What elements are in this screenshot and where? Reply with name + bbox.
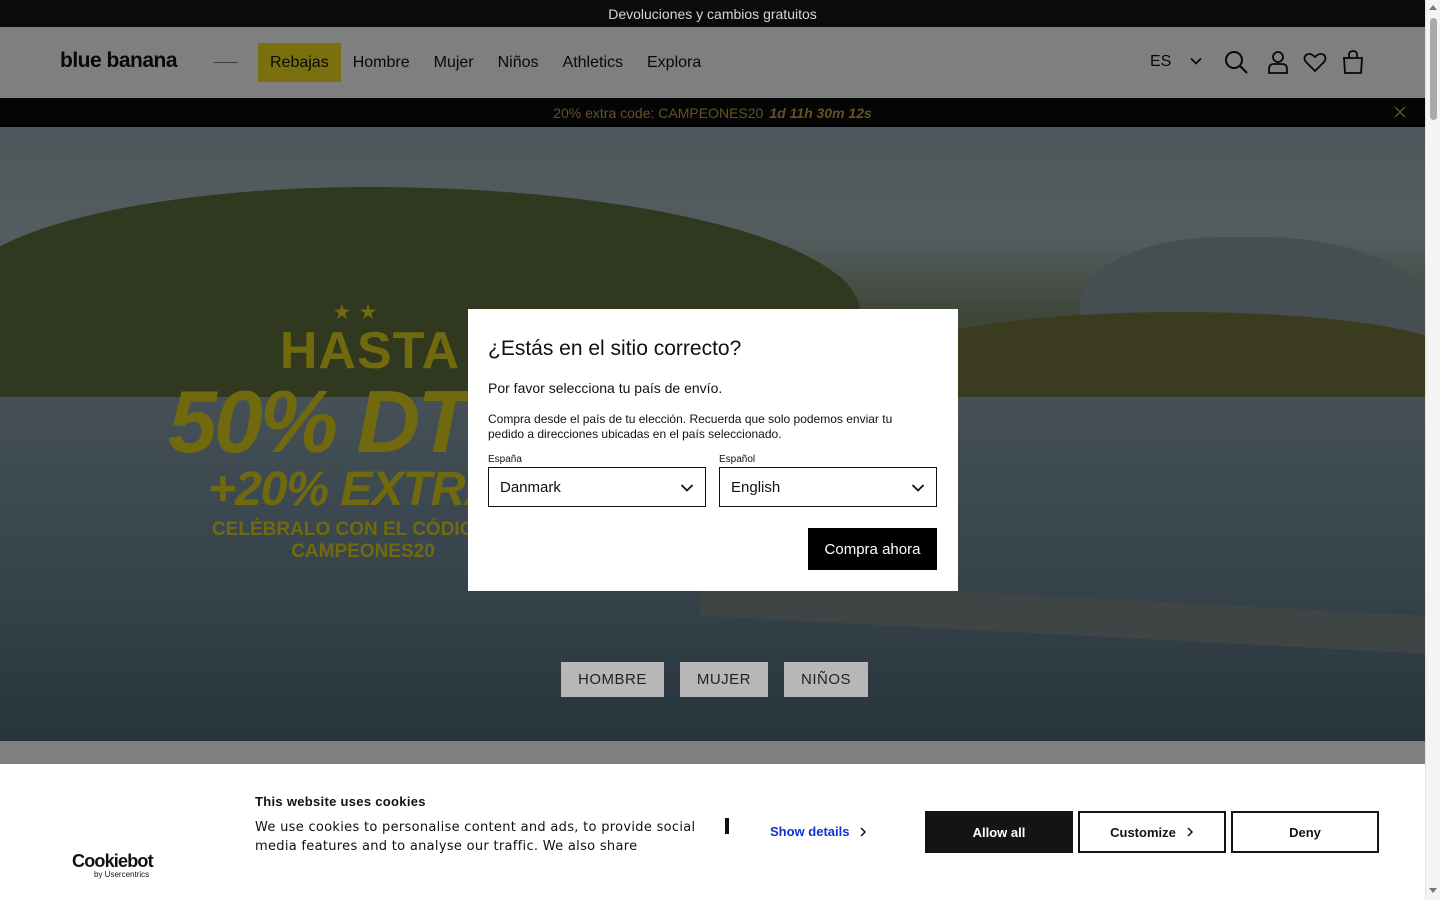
country-selector-modal: ¿Estás en el sitio correcto? Por favor s…: [468, 309, 958, 591]
country-select-value: Danmark: [500, 478, 561, 496]
page-scrollbar[interactable]: [1425, 0, 1440, 900]
hero-category-buttons: HOMBRE MUJER NIÑOS: [561, 662, 869, 697]
deny-button[interactable]: Deny: [1231, 811, 1379, 853]
language-select[interactable]: English: [719, 467, 937, 507]
cookie-text: We use cookies to personalise content an…: [255, 820, 696, 854]
customize-label: Customize: [1110, 824, 1176, 840]
category-button-hombre[interactable]: HOMBRE: [561, 662, 664, 697]
modal-description: Compra desde el país de tu elección. Rec…: [488, 412, 893, 441]
category-button-mujer[interactable]: MUJER: [679, 662, 769, 697]
cookie-banner: Cookiebot by Usercentrics This website u…: [0, 764, 1425, 900]
allow-all-button[interactable]: Allow all: [925, 811, 1073, 853]
cookie-text-scrollbar[interactable]: [725, 818, 729, 834]
country-label: España: [488, 454, 522, 465]
language-select-value: English: [731, 478, 781, 496]
country-select[interactable]: Danmark: [488, 467, 706, 507]
cookiebot-logo-subtext: by Usercentrics: [94, 870, 150, 879]
top-announcement-bar: Devoluciones y cambios gratuitos: [0, 0, 1425, 27]
modal-title: ¿Estás en el sitio correcto?: [488, 337, 742, 360]
show-details-label: Show details: [770, 824, 850, 839]
cookiebot-logo: Cookiebot by Usercentrics: [72, 851, 154, 879]
modal-subtitle: Por favor selecciona tu país de envío.: [488, 380, 723, 396]
chevron-right-icon: [1187, 827, 1193, 837]
category-button-ninos[interactable]: NIÑOS: [784, 662, 869, 697]
cookie-title: This website uses cookies: [255, 794, 426, 809]
shop-now-button[interactable]: Compra ahora: [808, 528, 937, 570]
cookiebot-logo-text: Cookiebot: [72, 851, 154, 871]
page: Devoluciones y cambios gratuitos blue ba…: [0, 0, 1425, 900]
show-details-link[interactable]: Show details: [770, 824, 867, 839]
scrollbar-thumb[interactable]: [1430, 18, 1437, 120]
chevron-down-icon: [680, 484, 694, 492]
announcement-text: Devoluciones y cambios gratuitos: [608, 5, 817, 22]
scroll-down-arrow-icon[interactable]: [1429, 888, 1437, 893]
chevron-right-icon: [860, 826, 867, 837]
scroll-up-arrow-icon[interactable]: [1429, 5, 1437, 10]
chevron-down-icon: [911, 484, 925, 492]
language-label: Español: [719, 454, 756, 465]
customize-button[interactable]: Customize: [1078, 811, 1226, 853]
